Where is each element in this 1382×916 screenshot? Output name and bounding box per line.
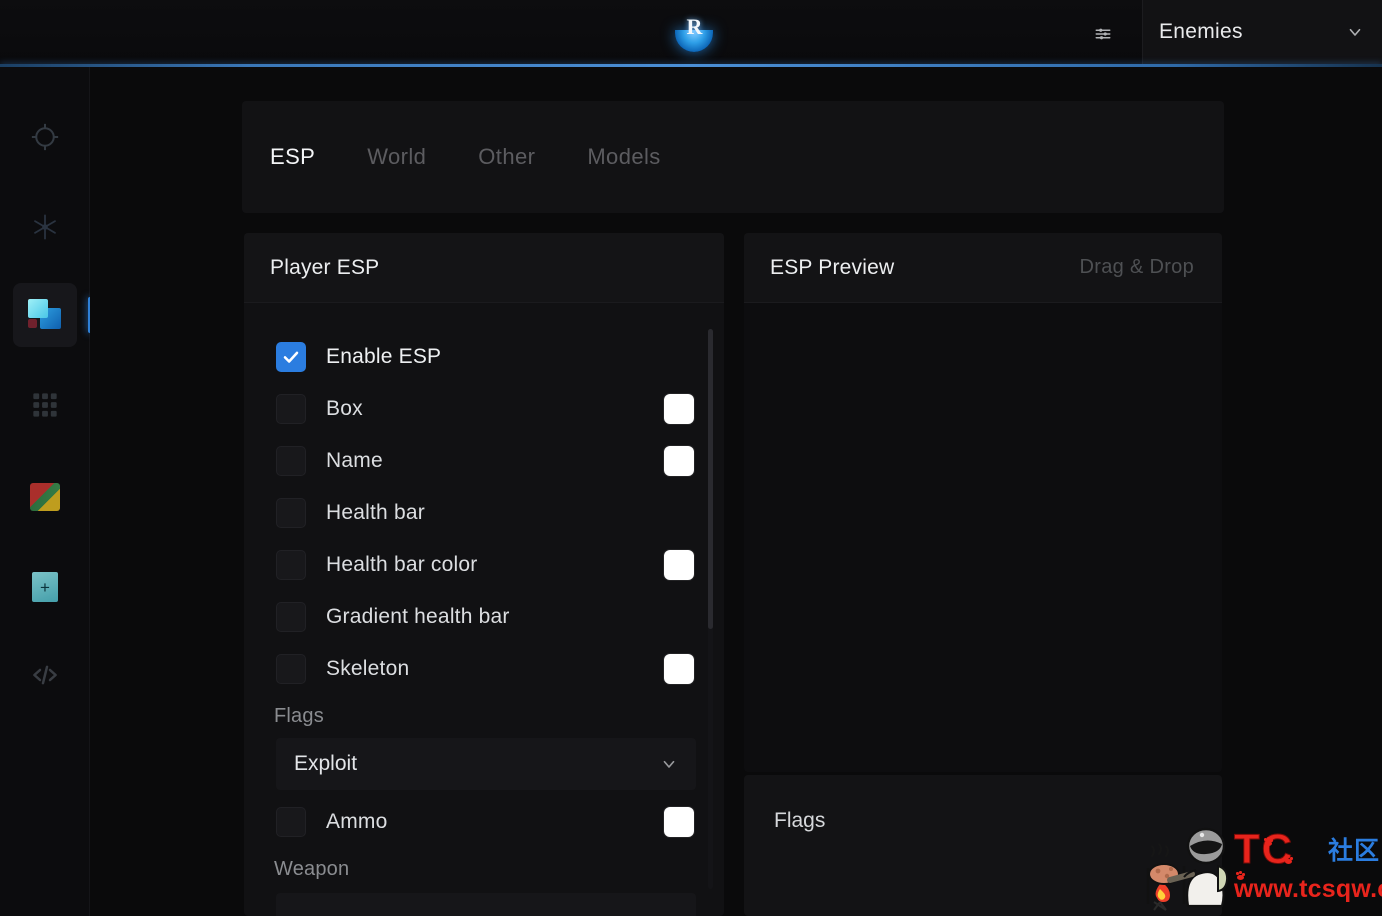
option-row-skeleton[interactable]: Skeleton [244, 643, 724, 695]
palette-icon [30, 483, 60, 511]
checkbox-health-bar-color[interactable] [276, 550, 306, 580]
player-esp-panel: Player ESP Enable ESP Box Name Health ba… [244, 233, 724, 916]
option-row-name[interactable]: Name [244, 435, 724, 487]
esp-layers-icon [28, 299, 62, 331]
logo-glyph-text: R [686, 14, 703, 39]
checkbox-ammo[interactable] [276, 807, 306, 837]
sidebar-item-scripts[interactable] [13, 643, 77, 707]
sidebar-item-visuals[interactable] [13, 195, 77, 259]
main-content: ESP World Other Models Player ESP Enable… [90, 67, 1382, 916]
sliders-icon[interactable] [1085, 16, 1121, 52]
option-label: Ammo [326, 810, 388, 833]
document-add-icon [32, 572, 58, 602]
checkbox-gradient-health-bar[interactable] [276, 602, 306, 632]
panel-title: Player ESP [270, 255, 380, 279]
flags-section-label: Flags [274, 705, 324, 727]
checkbox-health-bar[interactable] [276, 498, 306, 528]
color-swatch-ammo[interactable] [664, 807, 694, 837]
option-label: Name [326, 449, 383, 472]
option-row-box[interactable]: Box [244, 383, 724, 435]
checkbox-enable-esp[interactable] [276, 342, 306, 372]
chevron-down-icon [663, 760, 675, 768]
tab-models[interactable]: Models [587, 136, 660, 178]
esp-preview-panel: ESP Preview Drag & Drop [744, 233, 1222, 772]
esp-preview-stage[interactable] [744, 303, 1222, 772]
preview-flags-title: Flags [774, 809, 826, 832]
app-logo-icon: R [671, 12, 717, 56]
drag-drop-hint: Drag & Drop [1079, 256, 1194, 278]
player-esp-options: Enable ESP Box Name Health bar Health ba… [244, 303, 724, 916]
panel-scrollbar-track[interactable] [708, 329, 713, 889]
sidebar-item-configs[interactable] [13, 555, 77, 619]
grid-icon [33, 393, 57, 417]
option-row-ammo[interactable]: Ammo [244, 796, 724, 848]
flags-dropdown-value: Exploit [294, 752, 358, 775]
option-row-gradient-health-bar[interactable]: Gradient health bar [244, 591, 724, 643]
chevron-down-icon [1349, 28, 1361, 36]
weapon-dropdown[interactable] [276, 893, 696, 916]
target-icon [31, 123, 59, 151]
weapon-section-label: Weapon [274, 858, 350, 880]
checkbox-skeleton[interactable] [276, 654, 306, 684]
color-swatch-box[interactable] [664, 394, 694, 424]
option-row-health-bar-color[interactable]: Health bar color [244, 539, 724, 591]
option-label: Health bar color [326, 553, 478, 576]
tab-bar: ESP World Other Models [242, 101, 1224, 213]
tab-world[interactable]: World [367, 136, 426, 178]
check-icon [283, 351, 299, 363]
code-icon [33, 665, 57, 685]
tab-esp[interactable]: ESP [270, 136, 315, 178]
flags-dropdown[interactable]: Exploit [276, 738, 696, 790]
sidebar-item-aimbot[interactable] [13, 105, 77, 169]
color-swatch-health-bar-color[interactable] [664, 550, 694, 580]
esp-preview-header: ESP Preview Drag & Drop [744, 233, 1222, 303]
checkbox-name[interactable] [276, 446, 306, 476]
sidebar-item-radar[interactable] [13, 373, 77, 437]
mode-dropdown-value: Enemies [1159, 20, 1243, 43]
sidebar [0, 67, 92, 916]
player-esp-header: Player ESP [244, 233, 724, 303]
sidebar-item-esp[interactable] [13, 283, 92, 347]
app-logo: R [668, 10, 720, 58]
option-row-health-bar[interactable]: Health bar [244, 487, 724, 539]
panel-title: ESP Preview [770, 255, 895, 279]
option-label: Gradient health bar [326, 605, 510, 628]
preview-flags-panel[interactable]: Flags [744, 775, 1222, 916]
sidebar-item-colors[interactable] [13, 465, 77, 529]
snowflake-icon [34, 214, 56, 240]
option-label: Box [326, 397, 363, 420]
option-row-enable-esp[interactable]: Enable ESP [244, 331, 724, 383]
option-label: Health bar [326, 501, 425, 524]
color-swatch-name[interactable] [664, 446, 694, 476]
panel-scrollbar-thumb[interactable] [708, 329, 713, 629]
tab-other[interactable]: Other [478, 136, 535, 178]
top-bar: R Enemies [0, 0, 1382, 67]
checkbox-box[interactable] [276, 394, 306, 424]
app-window: R Enemies + ESP World Other Models Playe… [0, 0, 1382, 916]
mode-dropdown[interactable]: Enemies [1142, 0, 1382, 64]
option-label: Enable ESP [326, 345, 442, 368]
option-label: Skeleton [326, 657, 410, 680]
color-swatch-skeleton[interactable] [664, 654, 694, 684]
